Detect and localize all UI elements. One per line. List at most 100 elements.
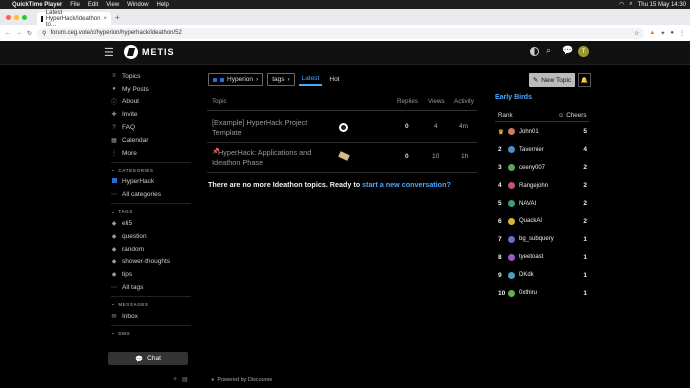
- username[interactable]: Rangejohn: [519, 183, 548, 189]
- menu-file[interactable]: File: [70, 2, 80, 8]
- theme-toggle-icon[interactable]: [530, 47, 539, 56]
- user-avatar[interactable]: T: [578, 46, 589, 57]
- sidebar-item-about[interactable]: ⓘ About: [106, 96, 196, 109]
- new-tab-icon[interactable]: +: [115, 13, 120, 22]
- search-icon[interactable]: ⌕: [629, 1, 632, 8]
- leaderboard-row[interactable]: ♛ John01 5: [495, 123, 590, 141]
- user-avatar[interactable]: [508, 289, 515, 297]
- new-topic-button[interactable]: ✎ New Topic: [529, 73, 575, 87]
- categories-heading[interactable]: ⌄ CATEGORIES: [106, 165, 196, 176]
- leaderboard-row[interactable]: 2 Tavernier 4: [495, 141, 590, 159]
- activity-header[interactable]: Activity: [454, 98, 474, 105]
- sidebar-tag-eli5[interactable]: ◆ eli5: [106, 217, 196, 230]
- bookmark-star-icon[interactable]: ☆: [634, 30, 639, 37]
- notification-bell-button[interactable]: 🔔: [578, 73, 591, 87]
- messages-heading[interactable]: ⌄ MESSAGES: [106, 299, 196, 310]
- chat-button[interactable]: 💬 Chat: [108, 352, 188, 365]
- chat-icon[interactable]: 💬: [562, 45, 573, 56]
- sidebar-item-calendar[interactable]: ▦ Calendar: [106, 134, 196, 147]
- extension-icon[interactable]: ▲: [649, 30, 655, 36]
- leaderboard-row[interactable]: 8 tyeetoast 1: [495, 248, 590, 266]
- address-bar[interactable]: ⚲ forum.ceg.vote/c/hyperion/hyperhack/id…: [37, 27, 645, 39]
- leaderboard-title[interactable]: Early Birds: [495, 94, 532, 101]
- table-row[interactable]: 📌 HyperHack: Applications and Ideathon P…: [207, 143, 477, 173]
- username[interactable]: ceeny007: [519, 165, 545, 171]
- back-icon[interactable]: ←: [5, 30, 11, 36]
- sidebar-item-hyperhack[interactable]: HyperHack: [106, 176, 196, 189]
- user-avatar[interactable]: [508, 200, 515, 208]
- user-avatar[interactable]: [508, 164, 515, 172]
- username[interactable]: Tavernier: [519, 147, 544, 153]
- sidebar-tag-shower-thoughts[interactable]: ◆ shower-thoughts: [106, 256, 196, 269]
- powered-by[interactable]: ◕ Powered by Discourse: [211, 377, 272, 383]
- profile-icon[interactable]: ●: [670, 30, 674, 36]
- puzzle-icon[interactable]: ✦: [660, 30, 665, 37]
- sidebar-item-all-categories[interactable]: ⋯ All categories: [106, 188, 196, 201]
- tags-dropdown[interactable]: tags ›: [267, 73, 295, 86]
- username[interactable]: QuackAI: [519, 218, 542, 224]
- wifi-icon[interactable]: ◠: [619, 1, 624, 8]
- topic-header[interactable]: Topic: [212, 98, 227, 105]
- close-tab-icon[interactable]: ×: [103, 16, 107, 22]
- sidebar-item-topics[interactable]: ≡ Topics: [106, 70, 196, 83]
- user-avatar[interactable]: [508, 217, 515, 225]
- username[interactable]: John01: [519, 129, 539, 135]
- username[interactable]: tyeetoast: [519, 254, 543, 260]
- minimize-window-button[interactable]: [14, 14, 19, 20]
- zoom-window-button[interactable]: [22, 14, 27, 20]
- hamburger-menu-icon[interactable]: ☰: [104, 46, 114, 59]
- reload-icon[interactable]: ↻: [27, 30, 32, 37]
- table-row[interactable]: [Example] HyperHack Project Template 0 4…: [207, 113, 477, 143]
- browser-menu-icon[interactable]: ⋮: [679, 30, 685, 37]
- replies-header[interactable]: Replies: [397, 98, 418, 105]
- sidebar-tag-random[interactable]: ◆ random: [106, 243, 196, 256]
- username[interactable]: NAVAI: [519, 201, 536, 207]
- activity-time[interactable]: 4m: [459, 123, 468, 130]
- username[interactable]: bg_subquery: [519, 236, 554, 242]
- sidebar-settings-icon[interactable]: ▤: [182, 376, 188, 383]
- leaderboard-row[interactable]: 7 bg_subquery 1: [495, 230, 590, 248]
- sidebar-tag-question[interactable]: ◆ question: [106, 230, 196, 243]
- leaderboard-row[interactable]: 3 ceeny007 2: [495, 159, 590, 177]
- tags-heading[interactable]: ⌄ TAGS: [106, 206, 196, 217]
- topic-title[interactable]: HyperHack: Applications and Ideathon Pha…: [212, 148, 332, 168]
- leaderboard-row[interactable]: 6 QuackAI 2: [495, 213, 590, 231]
- leaderboard-row[interactable]: 5 NAVAI 2: [495, 195, 590, 213]
- user-avatar[interactable]: [508, 253, 515, 261]
- user-avatar[interactable]: [508, 271, 515, 279]
- activity-time[interactable]: 1h: [461, 153, 468, 160]
- app-menu[interactable]: QuickTime Player: [12, 2, 62, 8]
- category-breadcrumb[interactable]: Hyperion ›: [208, 73, 264, 86]
- browser-tab[interactable]: Latest HyperHack/Ideathon to… ×: [37, 10, 111, 28]
- views-header[interactable]: Views: [428, 98, 445, 105]
- poster-avatar[interactable]: [338, 151, 350, 161]
- sidebar-all-tags[interactable]: ⋯ All tags: [106, 281, 196, 294]
- menu-view[interactable]: View: [106, 2, 119, 8]
- search-icon[interactable]: ⌕: [546, 45, 551, 56]
- leaderboard-row[interactable]: 10 0xthiru 1: [495, 284, 590, 302]
- menu-window[interactable]: Window: [127, 2, 148, 8]
- logo[interactable]: METIS: [124, 45, 175, 59]
- add-sidebar-icon[interactable]: +: [173, 376, 177, 383]
- username[interactable]: DKdk: [519, 272, 534, 278]
- topic-title[interactable]: [Example] HyperHack Project Template: [212, 118, 332, 138]
- site-info-icon[interactable]: ⚲: [42, 30, 46, 37]
- menu-edit[interactable]: Edit: [88, 2, 98, 8]
- sidebar-item-my-posts[interactable]: ● My Posts: [106, 83, 196, 96]
- forward-icon[interactable]: →: [16, 30, 22, 36]
- leaderboard-row[interactable]: 9 DKdk 1: [495, 266, 590, 284]
- sidebar-item-inbox[interactable]: ✉ Inbox: [106, 310, 196, 323]
- user-avatar[interactable]: [508, 235, 515, 243]
- dms-heading[interactable]: ⌄ DMS: [106, 328, 196, 339]
- poster-avatar[interactable]: [339, 123, 348, 132]
- leaderboard-row[interactable]: 4 Rangejohn 2: [495, 177, 590, 195]
- menu-help[interactable]: Help: [157, 2, 169, 8]
- user-avatar[interactable]: [508, 146, 515, 154]
- sidebar-tag-tips[interactable]: ◆ tips: [106, 268, 196, 281]
- sidebar-item-faq[interactable]: ? FAQ: [106, 121, 196, 134]
- tab-latest[interactable]: Latest: [298, 73, 323, 86]
- user-avatar[interactable]: [508, 182, 515, 190]
- user-avatar[interactable]: [508, 128, 515, 136]
- sidebar-item-invite[interactable]: ✚ Invite: [106, 108, 196, 121]
- sidebar-item-more[interactable]: ⋮ More: [106, 147, 196, 160]
